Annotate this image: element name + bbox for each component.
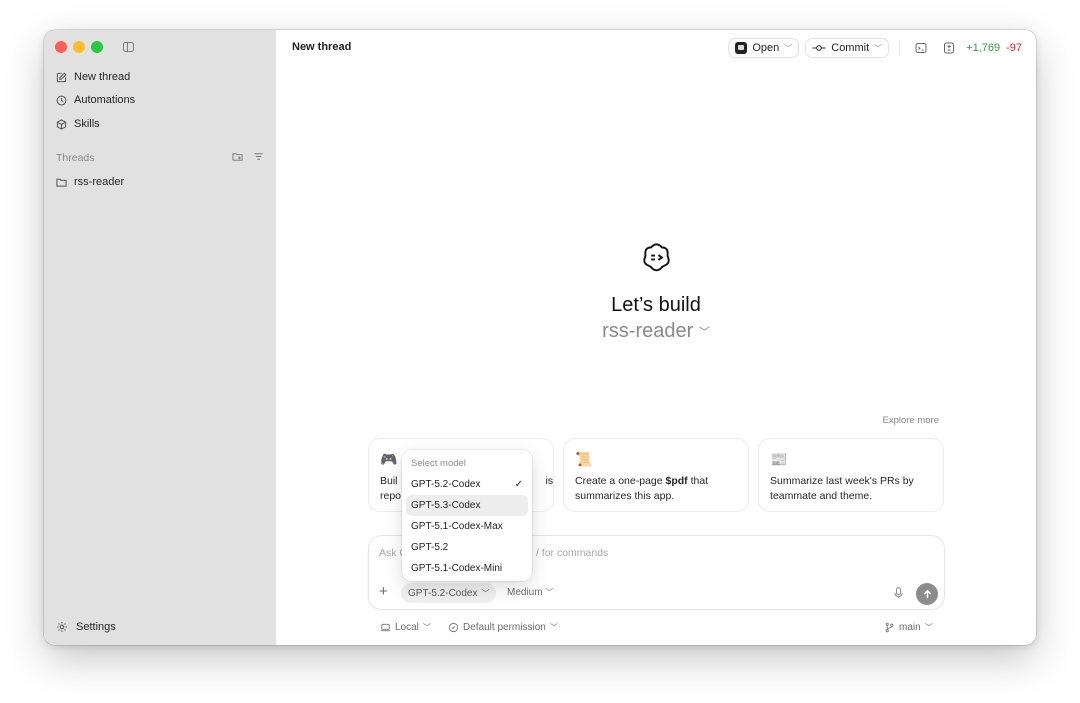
app-open-icon	[735, 42, 748, 54]
edit-icon	[56, 71, 67, 82]
sidebar-item-automations[interactable]: Automations	[56, 92, 135, 108]
maximize-window-button[interactable]	[91, 41, 103, 53]
app-window: New thread Automations Skills Threads rs…	[44, 30, 1036, 645]
open-label: Open	[752, 42, 780, 54]
checkmark-icon: ✓	[514, 479, 523, 490]
diff-icon	[944, 42, 955, 54]
settings-label: Settings	[76, 621, 116, 633]
project-name: rss-reader	[602, 320, 694, 342]
filter-icon[interactable]	[253, 151, 264, 162]
model-menu-header: Select model	[411, 458, 466, 469]
newspaper-icon: 📰	[770, 451, 788, 467]
terminal-icon	[915, 43, 927, 53]
hero-title: Let’s build	[611, 294, 701, 316]
suggestion-text: Summarize last week's PRs by teammate an…	[770, 475, 914, 502]
chevron-down-icon: ﹀	[481, 588, 490, 598]
commit-icon	[812, 45, 826, 51]
thread-item-label: rss-reader	[74, 176, 125, 188]
send-button[interactable]	[916, 583, 938, 605]
close-window-button[interactable]	[55, 41, 67, 53]
commit-button[interactable]: Commit ﹀	[805, 38, 890, 58]
sidebar-item-label: New thread	[74, 71, 131, 83]
chevron-down-icon: ﹀	[549, 623, 558, 632]
suggestion-text: Create a one-page $pdf that summarizes t…	[575, 475, 709, 502]
thread-item-rss-reader[interactable]: rss-reader	[56, 174, 124, 190]
branch-label: main	[899, 622, 921, 633]
model-selector-label: GPT-5.2-Codex	[408, 587, 478, 599]
model-option-label: GPT-5.3-Codex	[411, 500, 481, 511]
shield-icon	[448, 622, 459, 633]
clock-icon	[56, 95, 67, 105]
diff-added-count: +1,769	[966, 42, 1001, 54]
project-selector[interactable]: rss-reader ﹀	[276, 320, 1036, 343]
permission-selector[interactable]: Default permission ﹀	[448, 622, 558, 633]
sidebar-item-label: Skills	[74, 118, 100, 130]
settings-button[interactable]: Settings	[56, 621, 116, 633]
toolbar-divider	[899, 41, 901, 55]
model-option[interactable]: GPT-5.2-Codex ✓	[406, 474, 528, 495]
model-option[interactable]: GPT-5.1-Codex-Max	[406, 516, 528, 537]
sidebar-item-skills[interactable]: Skills	[56, 116, 100, 132]
branch-selector[interactable]: main ﹀	[884, 622, 933, 633]
codex-logo-icon	[643, 243, 670, 272]
environment-selector[interactable]: Local ﹀	[380, 622, 431, 633]
explore-more-link[interactable]: Explore more	[883, 415, 940, 426]
sidebar-toggle-icon[interactable]	[123, 42, 134, 52]
diff-button[interactable]	[938, 38, 960, 58]
branch-icon	[885, 622, 894, 633]
arrow-up-icon	[923, 589, 931, 598]
effort-label: Medium	[507, 587, 543, 598]
open-button[interactable]: Open ﹀	[728, 38, 800, 58]
chevron-down-icon: ﹀	[874, 43, 883, 53]
gear-icon	[57, 622, 67, 632]
diff-removed-count: -97	[1006, 42, 1022, 54]
model-option-label: GPT-5.2-Codex	[411, 479, 481, 490]
threads-section-tools	[232, 151, 264, 162]
model-option-label: GPT-5.2	[411, 542, 449, 553]
chevron-down-icon: ﹀	[784, 43, 793, 53]
model-option-label: GPT-5.1-Codex-Mini	[411, 563, 503, 574]
folder-icon	[56, 178, 67, 187]
new-folder-icon[interactable]	[232, 151, 243, 162]
cube-icon	[56, 118, 67, 130]
location-label: Local	[395, 622, 419, 633]
minimize-window-button[interactable]	[73, 41, 85, 53]
commit-label: Commit	[831, 42, 870, 54]
model-selector[interactable]: GPT-5.2-Codex ﹀	[401, 583, 497, 603]
model-option[interactable]: GPT-5.3-Codex	[406, 495, 528, 516]
model-option[interactable]: GPT-5.2	[406, 537, 528, 558]
terminal-button[interactable]	[910, 38, 932, 58]
page-title: New thread	[292, 41, 352, 53]
suggestion-card[interactable]: 📰 Summarize last week's PRs by teammate …	[758, 438, 944, 512]
model-dropdown-menu: Select model GPT-5.2-Codex ✓ GPT-5.3-Cod…	[402, 450, 532, 581]
laptop-icon	[380, 623, 391, 632]
scroll-icon: 📜	[575, 451, 593, 467]
chevron-down-icon: ﹀	[545, 588, 554, 597]
model-option[interactable]: GPT-5.1-Codex-Mini	[406, 558, 528, 579]
suggestion-card[interactable]: 📜 Create a one-page $pdf that summarizes…	[563, 438, 749, 512]
header-toolbar: Open ﹀ Commit ﹀ +1,769 -97	[728, 38, 1022, 58]
model-option-label: GPT-5.1-Codex-Max	[411, 521, 503, 532]
chevron-down-icon: ﹀	[698, 326, 710, 339]
reasoning-effort-selector[interactable]: Medium ﹀	[507, 587, 553, 598]
window-controls	[55, 41, 103, 53]
sidebar-item-new-thread[interactable]: New thread	[56, 69, 130, 85]
microphone-icon[interactable]	[893, 587, 904, 599]
permission-label: Default permission	[463, 622, 546, 633]
attach-button[interactable]: +	[379, 584, 388, 600]
threads-section-label: Threads	[56, 152, 95, 164]
chevron-down-icon: ﹀	[422, 623, 431, 632]
main-panel: New thread Open ﹀ Commit ﹀ +1,769 -97 Le…	[276, 30, 1036, 645]
chevron-down-icon: ﹀	[924, 623, 933, 632]
sidebar: New thread Automations Skills Threads rs…	[44, 30, 276, 645]
sidebar-item-label: Automations	[74, 94, 136, 106]
